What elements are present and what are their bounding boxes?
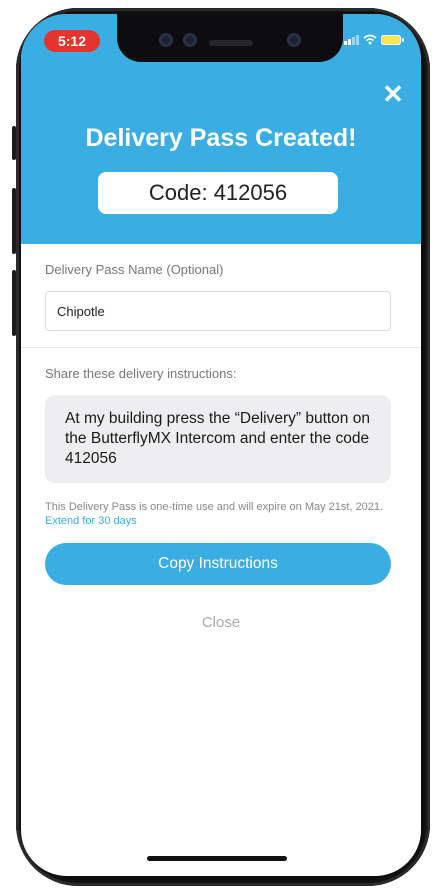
copy-instructions-button[interactable]: Copy Instructions — [45, 543, 391, 585]
share-label: Share these delivery instructions: — [45, 366, 237, 381]
pass-name-input[interactable] — [45, 291, 391, 331]
home-indicator — [147, 856, 287, 861]
sensor-icon — [183, 33, 197, 47]
status-icons — [344, 34, 404, 45]
front-camera-icon — [159, 33, 173, 47]
extend-link[interactable]: Extend for 30 days — [45, 515, 137, 527]
volume-up-button — [12, 188, 16, 254]
delivery-instructions: At my building press the “Delivery” butt… — [45, 395, 391, 483]
page-title: Delivery Pass Created! — [85, 124, 357, 152]
close-icon[interactable]: ✕ — [379, 80, 407, 108]
volume-down-button — [12, 270, 16, 336]
mute-switch — [12, 126, 16, 160]
screen: 5:12 ✕ Delivery Pass Created! Code: 4120… — [21, 14, 421, 876]
expiry-note: This Delivery Pass is one-time use and w… — [45, 500, 395, 528]
battery-charging-icon — [381, 34, 404, 45]
notch — [117, 14, 343, 62]
close-button[interactable]: Close — [21, 614, 421, 631]
expiry-text: This Delivery Pass is one-time use and w… — [45, 501, 384, 513]
wifi-icon — [363, 34, 377, 45]
pass-code: Code: 412056 — [98, 172, 338, 214]
name-label: Delivery Pass Name (Optional) — [45, 262, 224, 277]
divider — [21, 347, 421, 348]
status-time: 5:12 — [44, 30, 100, 52]
header: 5:12 ✕ Delivery Pass Created! Code: 4120… — [21, 14, 421, 244]
camera-icon — [287, 33, 301, 47]
signal-icon — [344, 34, 359, 45]
earpiece-speaker — [209, 40, 253, 46]
